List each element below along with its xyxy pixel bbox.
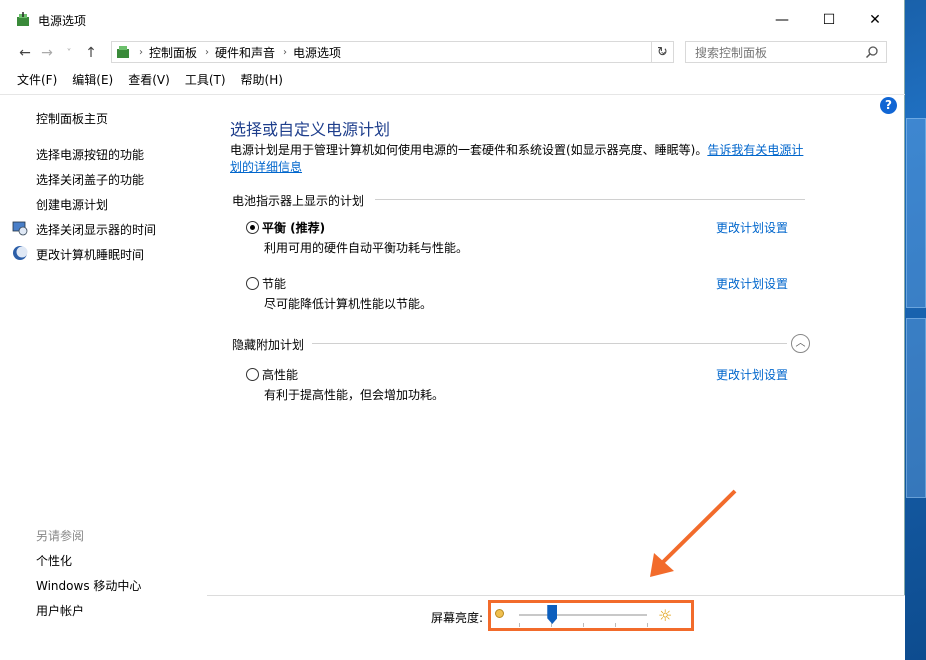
minimize-button[interactable]: — <box>759 0 805 40</box>
plan-high-performance-radio[interactable] <box>246 368 259 381</box>
page-description: 电源计划是用于管理计算机如何使用电源的一套硬件和系统设置(如显示器亮度、睡眠等)… <box>230 142 810 176</box>
battery-plans-heading: 电池指示器上显示的计划 <box>232 194 365 208</box>
control-panel-icon <box>117 46 129 58</box>
see-also-heading: 另请参阅 <box>36 529 85 543</box>
window-title: 电源选项 <box>38 13 87 28</box>
recent-locations-dropdown[interactable]: ˅ <box>58 48 80 59</box>
plan-power-saver-change-link[interactable]: 更改计划设置 <box>716 275 788 292</box>
breadcrumb-separator[interactable]: › <box>205 47 209 58</box>
sidebar-control-panel-home[interactable]: 控制面板主页 <box>36 110 108 127</box>
watermark-logo: 爱纯净 aichunjing.com <box>728 600 926 660</box>
sidebar: 控制面板主页 选择电源按钮的功能 选择关闭盖子的功能 创建电源计划 选择关闭显示… <box>0 95 207 660</box>
power-options-icon <box>17 12 29 26</box>
breadcrumb-separator[interactable]: › <box>283 47 287 58</box>
sidebar-sleep-time[interactable]: 更改计算机睡眠时间 <box>36 246 144 263</box>
plan-high-performance-desc: 有利于提高性能，但会增加功耗。 <box>264 388 445 402</box>
brightness-highlight-box <box>488 600 694 631</box>
menu-view[interactable]: 查看(V) <box>128 71 170 88</box>
annotation-arrow-icon <box>650 489 737 577</box>
sidebar-mobility-center[interactable]: Windows 移动中心 <box>36 577 141 594</box>
address-bar[interactable]: › 控制面板 › 硬件和声音 › 电源选项 ⌄ <box>111 41 674 63</box>
plan-balanced-radio[interactable] <box>246 221 259 234</box>
desktop-tile <box>906 318 926 498</box>
back-button[interactable]: ← <box>14 45 36 61</box>
page-title: 选择或自定义电源计划 <box>230 120 391 139</box>
plan-high-performance-change-link[interactable]: 更改计划设置 <box>716 366 788 383</box>
sidebar-user-accounts[interactable]: 用户帐户 <box>36 602 84 619</box>
plan-balanced-name[interactable]: 平衡 (推荐) <box>262 219 325 236</box>
display-timer-icon <box>12 221 28 236</box>
menu-file[interactable]: 文件(F) <box>17 71 57 88</box>
search-input[interactable]: 搜索控制面板 <box>685 41 887 63</box>
brightness-label: 屏幕亮度: <box>431 611 484 625</box>
maximize-button[interactable]: ☐ <box>806 0 852 40</box>
menu-bar: 文件(F) 编辑(E) 查看(V) 工具(T) 帮助(H) <box>0 66 904 92</box>
breadcrumb-control-panel[interactable]: 控制面板 <box>149 44 197 61</box>
up-button[interactable]: ↑ <box>80 45 102 61</box>
battery-group-line <box>375 199 805 200</box>
search-placeholder: 搜索控制面板 <box>695 45 768 60</box>
sidebar-power-button-function[interactable]: 选择电源按钮的功能 <box>36 146 144 163</box>
menu-help[interactable]: 帮助(H) <box>241 71 283 88</box>
refresh-button[interactable]: ↻ <box>651 41 674 63</box>
sidebar-display-off-time[interactable]: 选择关闭显示器的时间 <box>36 221 156 238</box>
description-text: 电源计划是用于管理计算机如何使用电源的一套硬件和系统设置(如显示器亮度、睡眠等)… <box>230 143 708 157</box>
power-options-window: 电源选项 — ☐ ✕ ← → ˅ ↑ › 控制面板 › 硬件和声音 › 电源选项… <box>0 0 905 660</box>
hidden-group-line <box>312 343 787 344</box>
plan-balanced-change-link[interactable]: 更改计划设置 <box>716 219 788 236</box>
search-icon[interactable] <box>865 45 879 59</box>
close-button[interactable]: ✕ <box>852 0 898 40</box>
breadcrumb-power-options[interactable]: 电源选项 <box>293 44 341 61</box>
title-bar: 电源选项 — ☐ ✕ <box>0 0 904 40</box>
collapse-chevron-icon[interactable]: ︿ <box>791 334 810 353</box>
desktop-tile <box>906 118 926 308</box>
sidebar-lid-close-function[interactable]: 选择关闭盖子的功能 <box>36 171 144 188</box>
forward-button[interactable]: → <box>36 45 58 61</box>
menu-tools[interactable]: 工具(T) <box>185 71 226 88</box>
menu-edit[interactable]: 编辑(E) <box>72 71 113 88</box>
navigation-bar: ← → ˅ ↑ › 控制面板 › 硬件和声音 › 电源选项 ⌄ ↻ 搜索控制面板 <box>0 40 904 66</box>
plan-power-saver-radio[interactable] <box>246 277 259 290</box>
breadcrumb-separator: › <box>139 46 143 58</box>
watermark-url: aichunjing.com <box>798 638 901 652</box>
plan-balanced-desc: 利用可用的硬件自动平衡功耗与性能。 <box>264 241 469 255</box>
plan-power-saver-name[interactable]: 节能 <box>262 275 286 292</box>
main-content: 选择或自定义电源计划 电源计划是用于管理计算机如何使用电源的一套硬件和系统设置(… <box>207 95 905 595</box>
sidebar-personalization[interactable]: 个性化 <box>36 552 72 569</box>
watermark-text: 爱纯净 <box>798 607 889 640</box>
breadcrumb-hardware-sound[interactable]: 硬件和声音 <box>215 44 275 61</box>
sidebar-create-power-plan[interactable]: 创建电源计划 <box>36 196 108 213</box>
plan-power-saver-desc: 尽可能降低计算机性能以节能。 <box>264 297 433 311</box>
sleep-moon-icon <box>13 246 28 260</box>
watermark-logo-icon <box>732 605 788 657</box>
hidden-plans-heading[interactable]: 隐藏附加计划 <box>232 336 304 353</box>
plan-high-performance-name[interactable]: 高性能 <box>262 366 298 383</box>
